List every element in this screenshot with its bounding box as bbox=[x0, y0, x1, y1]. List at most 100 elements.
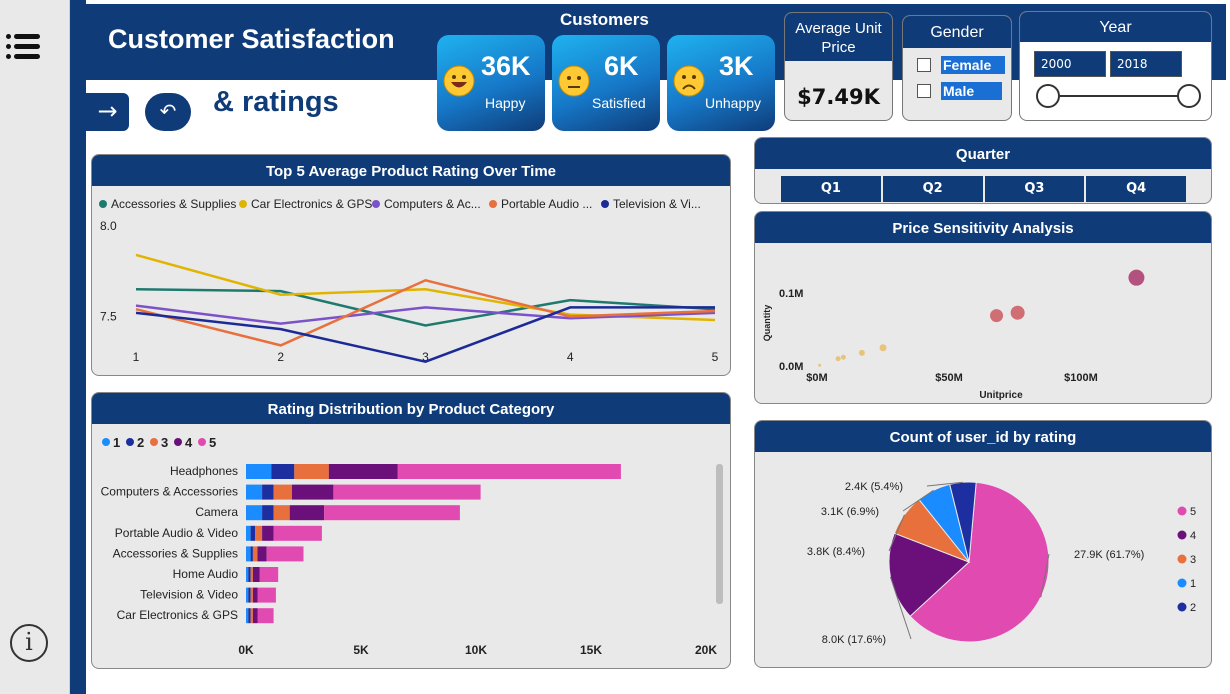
menu-icon[interactable] bbox=[6, 34, 40, 62]
bar-segment bbox=[255, 525, 263, 541]
pie-data-label-3: 3.8K (8.4%) bbox=[807, 546, 865, 558]
scatter-point-4 bbox=[858, 349, 865, 356]
gender-slicer: Gender Female Male bbox=[902, 15, 1012, 121]
legend-marker-4 bbox=[489, 200, 497, 208]
bar-segment bbox=[289, 505, 325, 521]
bar-legend-marker-2 bbox=[126, 438, 134, 446]
pie-legend-label-5: 5 bbox=[1190, 506, 1196, 518]
bar-segment bbox=[273, 505, 290, 521]
quarter-q2-button[interactable]: Q2 bbox=[882, 176, 985, 202]
bar-segment bbox=[252, 608, 258, 624]
bar-segment bbox=[246, 608, 249, 624]
bar-legend-label-4: 4 bbox=[185, 435, 193, 450]
line-chart: Accessories & Supplies Car Electronics & … bbox=[99, 197, 719, 364]
male-checkbox[interactable] bbox=[917, 84, 931, 98]
ytick-label-8: 8.0 bbox=[100, 219, 117, 233]
bar-segment bbox=[250, 525, 256, 541]
scatter-xlabel: Unitprice bbox=[979, 390, 1023, 401]
legend-marker-1 bbox=[99, 200, 107, 208]
xtick-label-5: 5 bbox=[712, 350, 719, 364]
bar-segment bbox=[250, 608, 253, 624]
bar-segment bbox=[252, 567, 260, 582]
bar-segment bbox=[259, 567, 279, 582]
legend-label-1: Accessories & Supplies bbox=[111, 197, 236, 211]
category-label: Accessories & Supplies bbox=[113, 546, 238, 560]
scatter-ylabel: Quantity bbox=[762, 305, 772, 342]
bar-segment bbox=[271, 464, 295, 479]
average-unit-price-value: $7.49K bbox=[797, 85, 880, 109]
scatter-chart-title: Price Sensitivity Analysis bbox=[755, 212, 1211, 243]
back-arrow-icon[interactable]: ↶ bbox=[145, 93, 191, 131]
bottom-edge bbox=[86, 690, 1226, 694]
satisfied-value: 6K bbox=[604, 51, 639, 81]
year-slider-start-handle[interactable] bbox=[1036, 84, 1060, 108]
quarter-title: Quarter bbox=[755, 138, 1211, 169]
forward-arrow-icon[interactable]: → bbox=[86, 93, 129, 131]
page-title: Customer Satisfaction bbox=[108, 24, 395, 54]
pie-legend-label-4: 4 bbox=[1190, 530, 1196, 542]
bar-segment bbox=[333, 484, 481, 500]
gender-option-female[interactable]: Female bbox=[917, 56, 1007, 76]
bar-xtick-label: 10K bbox=[465, 643, 487, 657]
bar-segment bbox=[262, 505, 274, 521]
legend-label-4: Portable Audio ... bbox=[501, 197, 592, 211]
satisfied-label: Satisfied bbox=[592, 95, 646, 111]
pie-chart: 27.9K (61.7%) 8.0K (17.6%) 3.8K (8.4%) 3.1K… bbox=[807, 481, 1196, 646]
scatter-xtick-label: $50M bbox=[935, 372, 963, 384]
quarter-q4-button[interactable]: Q4 bbox=[1086, 176, 1188, 202]
bar-segment bbox=[257, 546, 267, 562]
pie-chart-card: Count of user_id by rating 27.9K (61.7%)… bbox=[754, 420, 1212, 668]
happy-value: 36K bbox=[481, 51, 531, 81]
category-label: Headphones bbox=[170, 464, 238, 478]
bar-segment bbox=[262, 484, 274, 500]
bar-segment bbox=[246, 505, 263, 521]
bar-segment bbox=[294, 464, 329, 479]
unhappy-card: 3K Unhappy bbox=[667, 35, 775, 131]
scatter-point-3 bbox=[840, 354, 846, 360]
happy-card: 36K Happy bbox=[437, 35, 545, 131]
scatter-ytick-label: 0.0M bbox=[779, 361, 803, 373]
pie-legend-label-2: 2 bbox=[1190, 602, 1196, 614]
bar-xtick-label: 20K bbox=[695, 643, 717, 657]
bar-xtick-label: 15K bbox=[580, 643, 602, 657]
bar-segment bbox=[257, 608, 274, 624]
year-from-input[interactable]: 2000 bbox=[1034, 51, 1106, 77]
year-title: Year bbox=[1020, 12, 1211, 42]
female-checkbox[interactable] bbox=[917, 58, 931, 72]
bar-legend-label-3: 3 bbox=[161, 435, 168, 450]
year-slider-track[interactable] bbox=[1048, 95, 1190, 97]
bar-segment bbox=[248, 587, 251, 603]
gender-title: Gender bbox=[903, 16, 1011, 48]
scatter-xtick-label: $100M bbox=[1064, 372, 1098, 384]
legend-label-5: Television & Vi... bbox=[613, 197, 701, 211]
bar-segment bbox=[246, 484, 263, 500]
pie-legend-marker-3 bbox=[1177, 554, 1187, 564]
dashboard-page: i Customer Satisfaction & ratings → ↶ Cu… bbox=[0, 0, 1230, 694]
xtick-label-1: 1 bbox=[133, 350, 140, 364]
bar-segment bbox=[250, 567, 253, 582]
pie-data-label-2: 2.4K (5.4%) bbox=[845, 481, 903, 493]
quarter-q1-button[interactable]: Q1 bbox=[781, 176, 883, 202]
scatter-chart-card: Price Sensitivity Analysis 0.1M 0.0M $0M $5… bbox=[754, 211, 1212, 404]
average-unit-price-card: Average Unit Price $7.49K bbox=[784, 12, 893, 121]
bar-segment bbox=[273, 484, 292, 500]
info-icon[interactable]: i bbox=[10, 624, 48, 662]
pie-legend-marker-5 bbox=[1177, 506, 1187, 516]
quarter-q3-button[interactable]: Q3 bbox=[984, 176, 1087, 202]
bar-chart-card: Rating Distribution by Product Category … bbox=[91, 392, 731, 669]
pie-legend-marker-1 bbox=[1177, 578, 1187, 588]
bar-chart-title: Rating Distribution by Product Category bbox=[92, 393, 730, 424]
legend-marker-5 bbox=[601, 200, 609, 208]
bar-legend-marker-4 bbox=[174, 438, 182, 446]
pie-data-label-4: 8.0K (17.6%) bbox=[822, 634, 886, 646]
year-slider-end-handle[interactable] bbox=[1177, 84, 1201, 108]
bar-segment bbox=[246, 546, 251, 562]
bar-segment bbox=[273, 525, 322, 541]
gender-option-male[interactable]: Male bbox=[917, 82, 1007, 102]
unhappy-value: 3K bbox=[719, 51, 754, 81]
year-to-input[interactable]: 2018 bbox=[1110, 51, 1182, 77]
pie-legend-marker-2 bbox=[1177, 602, 1187, 612]
satisfied-card: 6K Satisfied bbox=[552, 35, 660, 131]
grinning-face-icon bbox=[443, 65, 475, 97]
scatter-point-6 bbox=[990, 309, 1004, 323]
